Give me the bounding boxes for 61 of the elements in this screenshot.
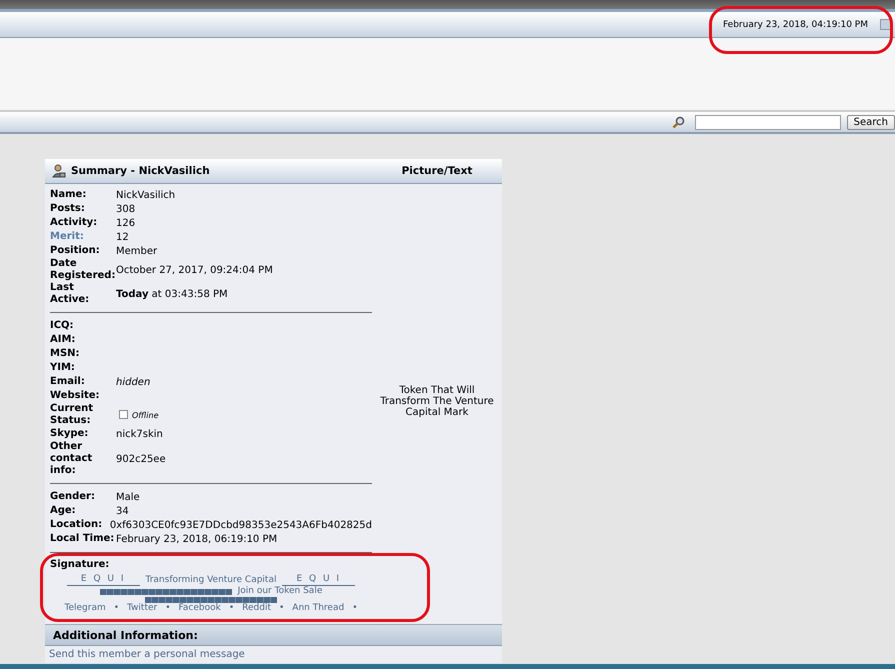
social-link[interactable]: Telegram (64, 603, 106, 614)
field-value: October 27, 2017, 09:24:04 PM (116, 264, 273, 276)
search-button[interactable]: Search (846, 114, 895, 130)
search-icon (672, 116, 685, 128)
field-label: Age: (50, 505, 77, 517)
social-link[interactable]: Reddit (242, 603, 271, 614)
search-field[interactable] (694, 114, 841, 130)
summary-title: Summary - NickVasilich (71, 165, 211, 177)
field-label[interactable]: Merit: (50, 231, 116, 243)
field-value: NickVasilich (116, 190, 176, 200)
field-label: Last Active: (50, 282, 90, 306)
field-label: Name: (50, 189, 88, 201)
social-link[interactable]: Twitter (127, 603, 158, 614)
field-label: Local Time: (50, 533, 116, 545)
clock-text: February 23, 2018, 04:19:10 PM (722, 20, 868, 30)
picture-text-title: Picture/Text (400, 165, 474, 177)
signature-label: Signature: (50, 559, 110, 571)
field-label: Other contact info: (50, 441, 94, 477)
signature-text: Transforming Venture Capital (146, 574, 276, 586)
field-label: YIM: (50, 362, 76, 374)
field-label: AIM: (50, 334, 76, 346)
section-title: Additional Information: (53, 628, 198, 642)
field-label: MSN: (50, 348, 81, 360)
field-label: Skype: (50, 428, 90, 440)
separator-text: • (114, 603, 120, 614)
field-label: Posts: (50, 203, 86, 215)
field-value: hidden (116, 376, 150, 388)
field-label: Position: (50, 245, 101, 257)
collapse-icon[interactable] (880, 19, 891, 30)
social-link[interactable]: Facebook (178, 603, 221, 614)
separator-text: • (352, 603, 358, 614)
field-value: Member (116, 246, 158, 256)
field-value: Today at 03:43:58 PM (116, 288, 228, 300)
signature-link[interactable]: E Q U I (66, 574, 140, 586)
field-value: 12 (116, 232, 129, 242)
field-value: February 23, 2018, 06:19:10 PM (116, 534, 278, 544)
field-label: Website: (50, 390, 101, 402)
personal-text: Token That Will Transform The Venture Capital Mark (379, 384, 495, 418)
field-value: 34 (116, 506, 129, 516)
personal-message-link[interactable]: Send this member a personal message (49, 649, 245, 660)
signature-link[interactable]: Join our Token Sale (238, 586, 322, 597)
separator-text: • (165, 603, 171, 614)
signature-link[interactable]: E Q U I (282, 574, 356, 586)
status-text: Offline (132, 410, 159, 420)
field-value: 126 (116, 218, 136, 228)
field-label: ICQ: (50, 320, 75, 332)
separator-text: • (278, 603, 284, 614)
field-label: Gender: (50, 491, 96, 503)
field-value: 0xf6303CE0fc93E7DDcbd98353e2543A6Fb402825d (110, 520, 372, 530)
field-label: Activity: (50, 217, 98, 229)
field-label: Date Registered: (50, 258, 116, 282)
social-link[interactable]: Ann Thread (292, 603, 344, 614)
field-value: 902c25ee (116, 454, 166, 464)
separator-text: • (228, 603, 234, 614)
field-label: Email: (50, 376, 86, 388)
field-value: Male (116, 492, 140, 502)
field-value: nick7skin (116, 428, 163, 440)
field-label: Current Status: (50, 403, 94, 427)
field-value: 308 (116, 204, 136, 214)
field-label: Location: (50, 519, 104, 531)
user-icon (52, 164, 66, 178)
